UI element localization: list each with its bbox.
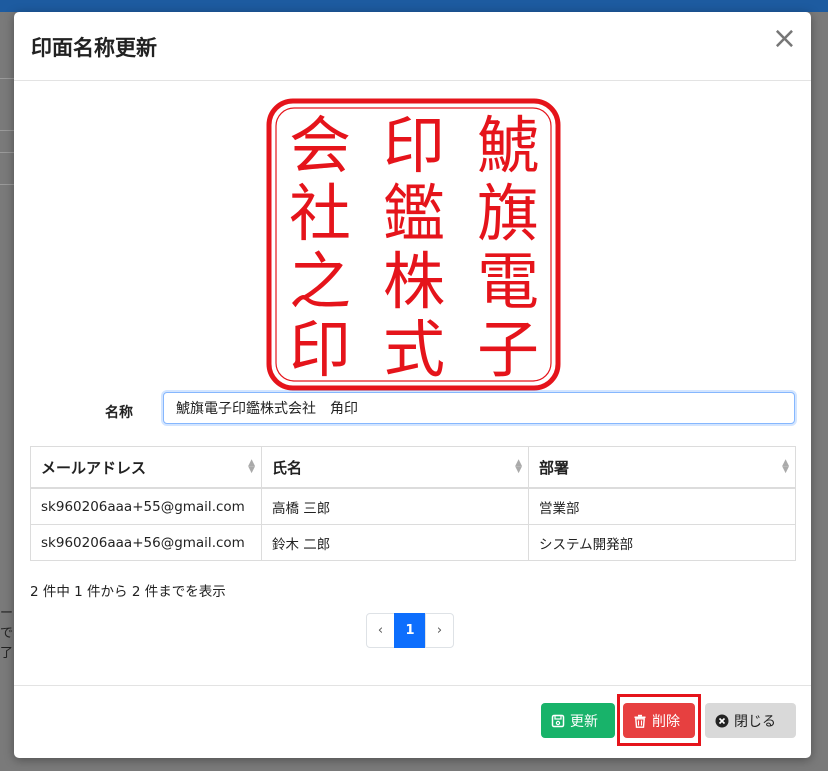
sort-icon[interactable]: ▲ ▼ [248, 459, 255, 475]
cell-department: システム開発部 [528, 524, 796, 561]
pagination-info: 2 件中 1 件から 2 件までを表示 [30, 584, 226, 600]
name-input[interactable] [163, 392, 795, 424]
sort-icon[interactable]: ▲ ▼ [782, 459, 789, 475]
pagination: ‹ 1 › [366, 613, 454, 648]
delete-button[interactable]: 削除 [623, 703, 695, 738]
close-circle-icon [715, 714, 729, 727]
user-table: メールアドレス ▲ ▼ 氏名 ▲ ▼ 部署 ▲ ▼ sk960206aaa+55@gm… [30, 446, 796, 561]
app-top-bar [0, 0, 828, 12]
seal-char: 株 [383, 245, 445, 318]
name-label: 名称 [105, 405, 133, 421]
update-button-label: 更新 [570, 713, 598, 730]
save-icon [551, 714, 565, 727]
column-header-label: 部署 [539, 458, 570, 477]
table-row[interactable]: sk960206aaa+56@gmail.com 鈴木 二郎 システム開発部 [30, 524, 796, 561]
column-header-name[interactable]: 氏名 ▲ ▼ [261, 446, 529, 489]
column-header-department[interactable]: 部署 ▲ ▼ [528, 446, 796, 489]
pagination-next[interactable]: › [425, 613, 454, 648]
column-header-label: メールアドレス [41, 458, 147, 477]
background-text: 了 [0, 646, 14, 661]
dialog-header: 印面名称更新 × [14, 12, 811, 81]
close-button[interactable]: 閉じる [705, 703, 796, 738]
table-row[interactable]: sk960206aaa+55@gmail.com 高橋 三郎 営業部 [30, 487, 796, 525]
trash-icon [634, 714, 646, 728]
close-icon[interactable]: × [772, 24, 797, 54]
dialog-footer: 更新 削除 閉じる [14, 685, 811, 758]
seal-char: 旗 [477, 177, 539, 250]
seal-char: 鯱 [477, 109, 539, 182]
seal-char: 社 [289, 177, 351, 250]
background-divider [0, 184, 14, 185]
background-divider [0, 78, 14, 79]
seal-char: 会 [289, 109, 351, 182]
pagination-page-1[interactable]: 1 [394, 613, 426, 648]
column-header-email[interactable]: メールアドレス ▲ ▼ [30, 446, 262, 489]
cell-name: 高橋 三郎 [261, 487, 529, 525]
seal-char: 鑑 [383, 177, 445, 250]
cell-email: sk960206aaa+55@gmail.com [30, 487, 262, 525]
sort-icon[interactable]: ▲ ▼ [515, 459, 522, 475]
dialog-title: 印面名称更新 [31, 36, 157, 60]
seal-name-update-dialog: 印面名称更新 × 鯱 旗 電 子 印 鑑 株 式 会 社 之 印 名称 メールア… [14, 12, 811, 758]
seal-char: 印 [383, 109, 445, 182]
seal-char: 印 [289, 313, 351, 386]
table-header-row: メールアドレス ▲ ▼ 氏名 ▲ ▼ 部署 ▲ ▼ [30, 446, 796, 489]
seal-image: 鯱 旗 電 子 印 鑑 株 式 会 社 之 印 [266, 98, 561, 391]
update-button[interactable]: 更新 [541, 703, 615, 738]
seal-char: 電 [477, 245, 539, 318]
cell-department: 営業部 [528, 487, 796, 525]
seal-char: 子 [477, 313, 539, 386]
cell-name: 鈴木 二郎 [261, 524, 529, 561]
pagination-prev[interactable]: ‹ [366, 613, 395, 648]
background-text: ー [0, 606, 14, 621]
seal-char: 之 [289, 245, 351, 318]
seal-char: 式 [383, 313, 445, 386]
background-divider [0, 130, 14, 131]
background-text: で [0, 626, 14, 641]
cell-email: sk960206aaa+56@gmail.com [30, 524, 262, 561]
close-button-label: 閉じる [734, 713, 776, 730]
column-header-label: 氏名 [272, 458, 303, 477]
background-divider [0, 152, 14, 153]
delete-button-label: 削除 [652, 713, 680, 730]
